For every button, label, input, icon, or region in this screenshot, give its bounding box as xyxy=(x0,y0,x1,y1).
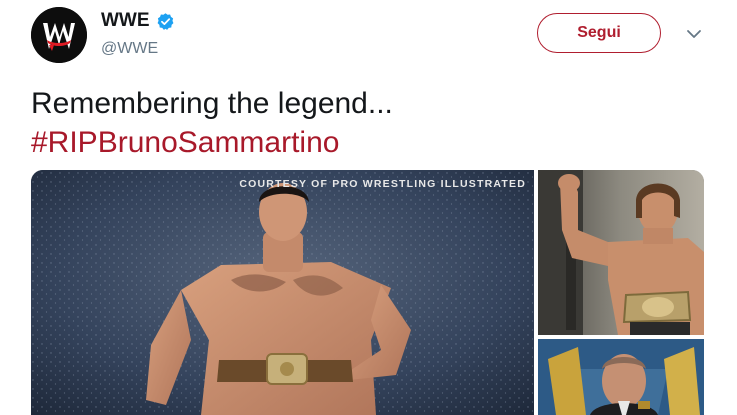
verified-badge-icon xyxy=(157,12,173,30)
photo-credit-caption: COURTESY OF PRO WRESTLING ILLUSTRATED xyxy=(239,178,526,190)
media-grid: COURTESY OF PRO WRESTLING ILLUSTRATED xyxy=(31,170,704,415)
wrestler-raised-fist-image xyxy=(538,170,704,335)
wrestler-portrait-image xyxy=(538,339,704,415)
wwe-logo-icon xyxy=(31,7,87,63)
chevron-down-icon[interactable] xyxy=(684,26,704,42)
tweet-text: Remembering the legend... #RIPBrunoSamma… xyxy=(31,84,393,162)
tweet-text-line: Remembering the legend... xyxy=(31,87,393,120)
account-handle[interactable]: @WWE xyxy=(101,40,158,58)
account-name-row: WWE xyxy=(101,10,175,32)
side-photo-top[interactable] xyxy=(538,170,704,335)
follow-button[interactable]: Segui xyxy=(537,13,661,53)
wrestler-photo-image xyxy=(31,170,534,415)
avatar[interactable] xyxy=(31,7,87,63)
side-photo-bottom[interactable] xyxy=(538,339,704,415)
hashtag-link[interactable]: #RIPBrunoSammartino xyxy=(31,123,393,162)
display-name[interactable]: WWE xyxy=(101,10,150,32)
main-photo[interactable]: COURTESY OF PRO WRESTLING ILLUSTRATED xyxy=(31,170,534,415)
